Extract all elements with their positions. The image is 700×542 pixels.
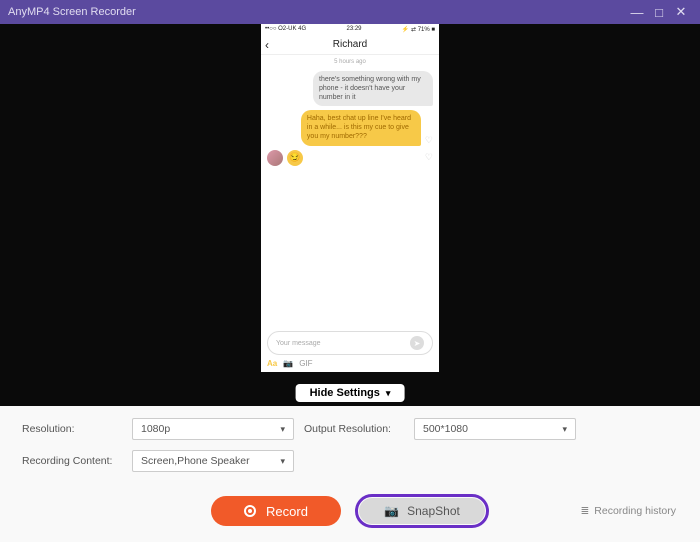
- message-bubble-outgoing: Haha, best chat up line I've heard in a …: [301, 110, 421, 145]
- chevron-down-icon: ▾: [386, 388, 391, 399]
- recording-content-label: Recording Content:: [22, 455, 122, 467]
- chevron-down-icon: ▾: [280, 424, 285, 435]
- titlebar: AnyMP4 Screen Recorder — □ ✕: [0, 0, 700, 24]
- recording-history-link[interactable]: ≣ Recording history: [580, 505, 676, 517]
- camera-icon: 📷: [384, 504, 399, 518]
- composer-input[interactable]: Your message ➤: [267, 331, 433, 355]
- settings-row: Recording Content: Screen,Phone Speaker …: [22, 450, 678, 472]
- record-label: Record: [266, 504, 308, 519]
- snapshot-button[interactable]: 📷 SnapShot: [359, 498, 485, 524]
- output-resolution-label: Output Resolution:: [304, 423, 404, 435]
- chevron-down-icon: ▾: [280, 456, 285, 467]
- settings-row: Resolution: 1080p ▾ Output Resolution: 5…: [22, 418, 678, 440]
- hide-settings-button[interactable]: Hide Settings ▾: [296, 384, 405, 402]
- message-row: there's something wrong with my phone - …: [261, 69, 439, 108]
- time-ago: 5 hours ago: [261, 59, 439, 65]
- output-resolution-select[interactable]: 500*1080 ▾: [414, 418, 576, 440]
- resolution-select[interactable]: 1080p ▾: [132, 418, 294, 440]
- settings-panel: Resolution: 1080p ▾ Output Resolution: 5…: [0, 406, 700, 486]
- gif-icon[interactable]: GIF: [299, 359, 312, 368]
- snapshot-label: SnapShot: [407, 504, 460, 518]
- back-icon[interactable]: ‹: [265, 38, 269, 52]
- composer: Your message ➤ Aa 📷 GIF: [261, 327, 439, 372]
- heart-icon[interactable]: ♡: [425, 152, 433, 163]
- history-label: Recording history: [594, 505, 676, 517]
- camera-icon[interactable]: 📷: [283, 359, 293, 368]
- phone-statusbar: ••○○ O2-UK 4G 23:29 ⚡ ⇄ 71% ■: [261, 24, 439, 35]
- status-right: ⚡ ⇄ 71% ■: [402, 26, 435, 33]
- message-row: Haha, best chat up line I've heard in a …: [261, 108, 439, 147]
- output-resolution-value: 500*1080: [423, 423, 468, 435]
- recording-content-select[interactable]: Screen,Phone Speaker ▾: [132, 450, 294, 472]
- avatar-row: 😏 ♡: [261, 148, 439, 168]
- resolution-label: Resolution:: [22, 423, 122, 435]
- status-left: ••○○ O2-UK 4G: [265, 26, 306, 33]
- emoji-icon: 😏: [287, 150, 303, 166]
- list-icon: ≣: [580, 505, 589, 517]
- record-button[interactable]: Record: [211, 496, 341, 526]
- chevron-down-icon: ▾: [562, 424, 567, 435]
- heart-icon[interactable]: ♡: [425, 135, 433, 146]
- record-icon: [244, 505, 256, 517]
- close-button[interactable]: ✕: [670, 4, 692, 20]
- maximize-button[interactable]: □: [648, 5, 670, 20]
- minimize-button[interactable]: —: [626, 5, 648, 20]
- recording-content-value: Screen,Phone Speaker: [141, 455, 250, 467]
- chat-header: ‹ Richard: [261, 35, 439, 55]
- contact-name: Richard: [333, 39, 367, 50]
- message-bubble-incoming: there's something wrong with my phone - …: [313, 71, 433, 106]
- status-time: 23:29: [346, 26, 361, 33]
- avatar: [267, 150, 283, 166]
- hide-settings-label: Hide Settings: [310, 387, 380, 399]
- resolution-value: 1080p: [141, 423, 170, 435]
- footer: Record 📷 SnapShot ≣ Recording history: [0, 486, 700, 542]
- snapshot-highlight: 📷 SnapShot: [355, 494, 489, 528]
- phone-mockup: ••○○ O2-UK 4G 23:29 ⚡ ⇄ 71% ■ ‹ Richard …: [261, 24, 439, 372]
- composer-buttons: Aa 📷 GIF: [267, 359, 433, 368]
- composer-placeholder: Your message: [276, 340, 406, 347]
- app-title: AnyMP4 Screen Recorder: [8, 6, 626, 18]
- text-format-icon[interactable]: Aa: [267, 359, 277, 368]
- preview-stage: ••○○ O2-UK 4G 23:29 ⚡ ⇄ 71% ■ ‹ Richard …: [0, 24, 700, 406]
- send-icon[interactable]: ➤: [410, 336, 424, 350]
